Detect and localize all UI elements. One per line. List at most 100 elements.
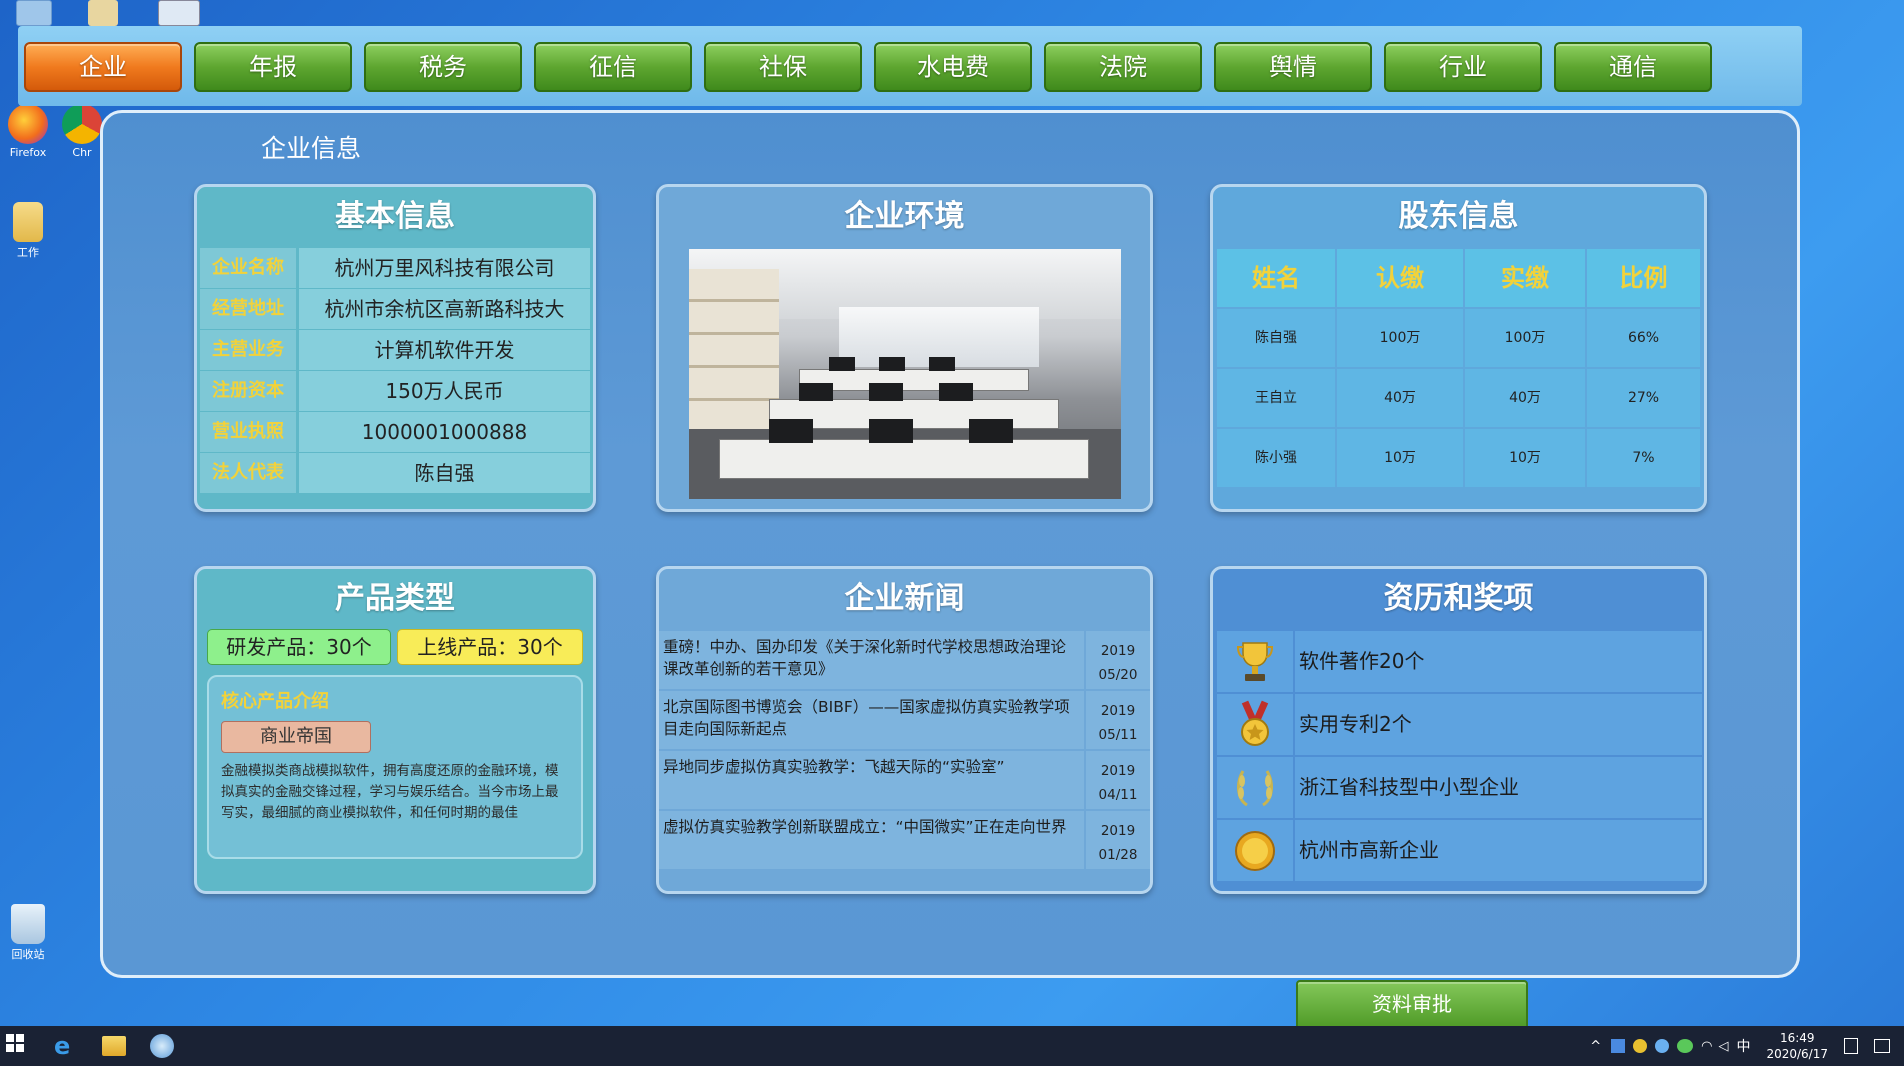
tray-app-icon[interactable]: [1611, 1039, 1626, 1053]
environment-card: 企业环境: [656, 184, 1153, 512]
info-row-business: 主营业务 计算机软件开发: [200, 330, 590, 370]
panel-title: 企业信息: [261, 134, 362, 163]
wechat-icon[interactable]: [1677, 1039, 1694, 1053]
column-header: 认缴: [1337, 249, 1463, 307]
tab-annual-report[interactable]: 年报: [194, 42, 352, 92]
system-tray: ^ ◠ ◁ 中 16:49 2020/6/17: [1590, 1026, 1904, 1066]
tab-credit[interactable]: 征信: [534, 42, 692, 92]
desktop-icon-label: Chr: [72, 146, 92, 159]
info-value: 陈自强: [299, 453, 590, 493]
info-key: 法人代表: [200, 453, 296, 493]
news-headline[interactable]: 异地同步虚拟仿真实验教学：飞越天际的“实验室”: [659, 751, 1084, 809]
news-item[interactable]: 重磅！中办、国办印发《关于深化新时代学校思想政治理论课改革创新的若干意见》 20…: [659, 631, 1150, 689]
award-item: 实用专利2个: [1217, 694, 1702, 755]
news-day: 05/11: [1098, 727, 1138, 743]
gold-coin-icon: [1217, 820, 1293, 881]
office-photo: [689, 249, 1121, 499]
desktop-icon-label: 工作: [17, 246, 39, 259]
notes-icon[interactable]: [1844, 1038, 1858, 1054]
network-icon[interactable]: ◠: [1701, 1039, 1712, 1054]
table-cell: 10万: [1465, 429, 1585, 487]
globe-app-icon[interactable]: [150, 1034, 174, 1058]
news-item[interactable]: 虚拟仿真实验教学创新联盟成立：“中国微实”正在走向世界 2019 01/28: [659, 811, 1150, 869]
desktop-icon-top-1[interactable]: [16, 0, 52, 26]
news-headline[interactable]: 重磅！中办、国办印发《关于深化新时代学校思想政治理论课改革创新的若干意见》: [659, 631, 1084, 689]
desktop-icon-label: 回收站: [11, 948, 45, 961]
tab-tax[interactable]: 税务: [364, 42, 522, 92]
table-cell: 陈自强: [1217, 309, 1335, 367]
tab-industry[interactable]: 行业: [1384, 42, 1542, 92]
clock-date: 2020/6/17: [1766, 1047, 1828, 1061]
tray-app-icon[interactable]: [1633, 1039, 1648, 1053]
news-day: 04/11: [1098, 787, 1138, 803]
info-row-address: 经营地址 杭州市余杭区高新路科技大: [200, 289, 590, 329]
award-item: 软件著作20个: [1217, 631, 1702, 692]
tab-enterprise[interactable]: 企业: [24, 42, 182, 92]
nav-tabs: 企业 年报 税务 征信 社保 水电费 法院 舆情 行业 通信: [24, 42, 1712, 92]
info-value: 杭州市余杭区高新路科技大: [299, 289, 590, 329]
tab-court[interactable]: 法院: [1044, 42, 1202, 92]
approve-documents-button[interactable]: 资料审批: [1296, 980, 1528, 1030]
tab-utilities[interactable]: 水电费: [874, 42, 1032, 92]
column-header: 实缴: [1465, 249, 1585, 307]
folder-icon: [13, 202, 43, 242]
news-headline[interactable]: 虚拟仿真实验教学创新联盟成立：“中国微实”正在走向世界: [659, 811, 1084, 869]
news-year: 2019: [1100, 763, 1136, 779]
table-cell: 66%: [1587, 309, 1700, 367]
desktop-icon-recycle-bin[interactable]: 回收站: [0, 904, 58, 962]
info-key: 经营地址: [200, 289, 296, 329]
table-cell: 40万: [1337, 369, 1463, 427]
awards-list: 软件著作20个 实用专利2个 浙江省科技型中小型企业 杭州市高新企业: [1217, 631, 1702, 883]
company-news-title: 企业新闻: [844, 581, 965, 616]
info-value: 1000001000888: [299, 412, 590, 452]
tray-app-icon[interactable]: [1655, 1039, 1670, 1053]
table-cell: 陈小强: [1217, 429, 1335, 487]
product-type-card: 产品类型 研发产品：30个 上线产品：30个 核心产品介绍 商业帝国 金融模拟类…: [194, 566, 596, 894]
tab-social-security[interactable]: 社保: [704, 42, 862, 92]
core-product-button[interactable]: 商业帝国: [221, 721, 371, 753]
online-products-badge: 上线产品：30个: [397, 629, 583, 665]
rd-products-badge: 研发产品：30个: [207, 629, 391, 665]
award-item: 浙江省科技型中小型企业: [1217, 757, 1702, 818]
clock[interactable]: 16:49 2020/6/17: [1766, 1030, 1828, 1062]
desktop-icon-top-3[interactable]: [158, 0, 200, 26]
info-row-capital: 注册资本 150万人民币: [200, 371, 590, 411]
award-label: 实用专利2个: [1295, 694, 1702, 755]
desktop-icon-work[interactable]: 工作: [0, 202, 58, 260]
news-item[interactable]: 异地同步虚拟仿真实验教学：飞越天际的“实验室” 2019 04/11: [659, 751, 1150, 809]
top-nav-bar: 企业 年报 税务 征信 社保 水电费 法院 舆情 行业 通信: [18, 26, 1802, 106]
shareholder-title: 股东信息: [1398, 199, 1519, 234]
table-cell: 27%: [1587, 369, 1700, 427]
tab-public-opinion[interactable]: 舆情: [1214, 42, 1372, 92]
info-key: 主营业务: [200, 330, 296, 370]
info-key: 企业名称: [200, 248, 296, 288]
table-cell: 100万: [1337, 309, 1463, 367]
recycle-bin-icon: [11, 904, 45, 944]
file-explorer-icon[interactable]: [102, 1036, 126, 1056]
chevron-up-icon[interactable]: ^: [1590, 1039, 1601, 1054]
table-cell: 40万: [1465, 369, 1585, 427]
desktop-icon-firefox[interactable]: Firefox: [0, 104, 58, 159]
basic-info-title: 基本信息: [335, 199, 455, 234]
edge-browser-icon[interactable]: e: [54, 1034, 78, 1058]
award-label: 浙江省科技型中小型企业: [1295, 757, 1702, 818]
core-product-description: 金融模拟类商战模拟软件，拥有高度还原的金融环境，模拟真实的金融交锋过程，学习与娱…: [221, 763, 559, 821]
desktop-icon-chrome[interactable]: Chr: [62, 104, 102, 159]
desktop-icon-top-2[interactable]: [88, 0, 118, 26]
news-item[interactable]: 北京国际图书博览会（BIBF）——国家虚拟仿真实验教学项目走向国际新起点 201…: [659, 691, 1150, 749]
volume-icon[interactable]: ◁: [1718, 1039, 1728, 1054]
trophy-icon: [1217, 631, 1293, 692]
news-headline[interactable]: 北京国际图书博览会（BIBF）——国家虚拟仿真实验教学项目走向国际新起点: [659, 691, 1084, 749]
laurel-icon: [1217, 757, 1293, 818]
news-date: 2019 05/20: [1086, 631, 1150, 689]
windows-start-icon[interactable]: [6, 1034, 30, 1058]
news-year: 2019: [1100, 823, 1136, 839]
action-center-icon[interactable]: [1874, 1039, 1890, 1053]
news-date: 2019 01/28: [1086, 811, 1150, 869]
news-year: 2019: [1100, 643, 1136, 659]
tab-communication[interactable]: 通信: [1554, 42, 1712, 92]
ime-indicator[interactable]: 中: [1736, 1036, 1750, 1056]
qualifications-title: 资历和奖项: [1383, 581, 1534, 616]
award-item: 杭州市高新企业: [1217, 820, 1702, 881]
core-product-box: 核心产品介绍 商业帝国 金融模拟类商战模拟软件，拥有高度还原的金融环境，模拟真实…: [207, 675, 583, 859]
